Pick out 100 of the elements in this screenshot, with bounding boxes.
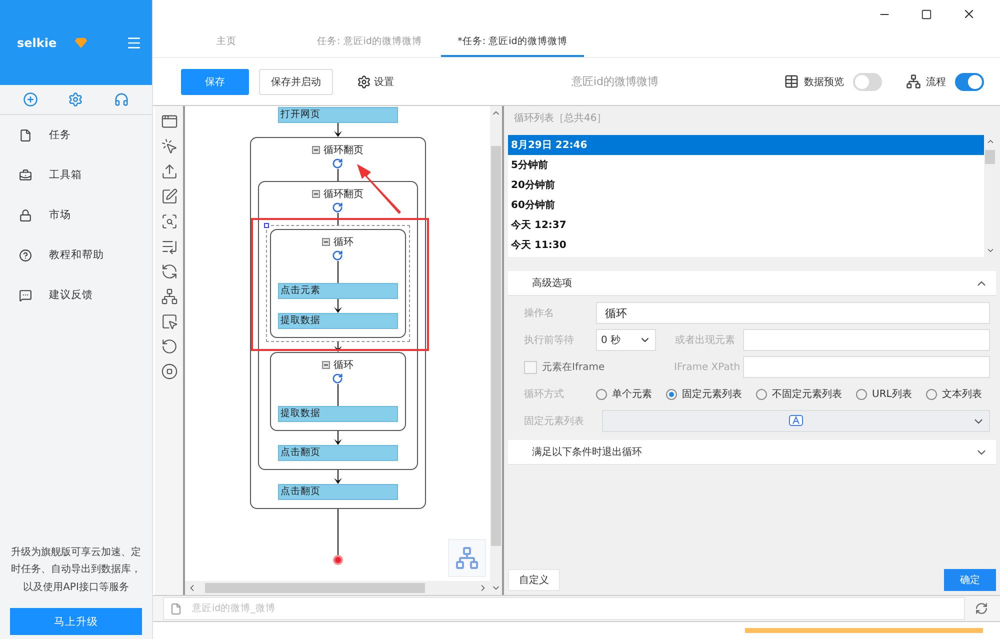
action-node[interactable]: 打开网页: [278, 107, 398, 123]
scrollbar-thumb[interactable]: [985, 150, 995, 164]
loop-label: 循环: [334, 236, 354, 249]
action-node[interactable]: 点击元素: [278, 283, 398, 299]
toolbox-icon: [19, 168, 32, 182]
nav-item[interactable]: 市场: [0, 195, 152, 235]
file-path-box[interactable]: 意匠id的微博_微博: [163, 597, 965, 620]
flow-arrow: [334, 299, 342, 313]
file-path-field[interactable]: 意匠id的微博_微博: [190, 602, 964, 615]
table-icon: [784, 74, 799, 89]
loop-node[interactable]: 循环 点击元素 提取数据: [270, 229, 406, 338]
select-pointer-icon[interactable]: [160, 313, 178, 330]
nav-item[interactable]: 工具箱: [0, 155, 152, 195]
help-icon: [19, 248, 32, 262]
action-node[interactable]: 提取数据: [278, 406, 398, 422]
toggle-label: 数据预览: [804, 76, 844, 88]
radio-option[interactable]: 不固定元素列表: [756, 387, 842, 401]
settings-icon[interactable]: [68, 92, 84, 107]
headphones-icon[interactable]: [114, 92, 129, 107]
section-header[interactable]: 高级选项: [508, 271, 996, 296]
scrollbar-thumb[interactable]: [491, 146, 501, 546]
settings-button[interactable]: 设置: [351, 74, 400, 90]
branch-icon[interactable]: [160, 288, 178, 305]
end-marker: [332, 555, 342, 565]
field-label: IFrame XPath: [674, 362, 742, 372]
nav-item[interactable]: 任务: [0, 115, 152, 155]
action-node[interactable]: 点击翻页: [278, 445, 398, 461]
edit-icon[interactable]: [160, 188, 178, 205]
iframe-checkbox[interactable]: 元素在Iframe: [524, 360, 674, 374]
appear-element-field[interactable]: [743, 329, 990, 351]
selection-handle[interactable]: [264, 223, 268, 228]
close-icon[interactable]: [962, 7, 976, 21]
stop-icon[interactable]: [160, 363, 178, 380]
list-icon[interactable]: [160, 238, 178, 255]
loop-icon: [332, 373, 343, 384]
upload-icon[interactable]: [160, 163, 178, 180]
nav-item[interactable]: 教程和帮助: [0, 235, 152, 275]
collapse-icon[interactable]: [322, 238, 330, 246]
lock-icon: [19, 208, 32, 222]
upgrade-promo-text: 升级为旗舰版可享云加速、定时任务、自动导出到数据库，以及使用API接口等服务: [10, 546, 142, 594]
refresh-icon[interactable]: [975, 602, 988, 615]
section-title: 高级选项: [532, 276, 573, 290]
scroll-down-icon[interactable]: [986, 246, 994, 255]
field-label: 执行前等待: [524, 334, 575, 347]
section-header[interactable]: 满足以下条件时退出循环: [508, 440, 996, 465]
maximize-icon[interactable]: [921, 8, 932, 20]
scroll-up-icon[interactable]: [986, 137, 994, 146]
field-label: 循环方式: [524, 388, 565, 401]
undo-icon[interactable]: [160, 338, 178, 355]
add-icon[interactable]: [23, 92, 38, 107]
file-icon: [170, 602, 182, 614]
collapse-icon[interactable]: [312, 190, 320, 198]
brand-name: selkie: [17, 36, 57, 50]
loop-icon: [332, 158, 343, 169]
text-element-icon: [789, 415, 803, 427]
tab[interactable]: *任务: 意匠id的微博微博: [441, 28, 584, 57]
list-item[interactable]: 8月29日 22:46: [508, 135, 984, 155]
loop-label: 循环翻页: [324, 188, 364, 201]
action-node[interactable]: 提取数据: [278, 313, 398, 329]
flow-arrow: [334, 123, 342, 137]
ok-button[interactable]: 确定: [944, 569, 996, 591]
menu-icon[interactable]: [126, 34, 142, 50]
radio-option[interactable]: 单个元素: [596, 387, 652, 401]
iframe-xpath-field[interactable]: [743, 356, 990, 378]
nav-item[interactable]: 建议反馈: [0, 275, 152, 315]
field-label: 固定元素列表: [524, 414, 585, 428]
collapse-icon[interactable]: [322, 361, 330, 369]
radio-option[interactable]: 文本列表: [926, 387, 982, 401]
loop-icon[interactable]: [160, 263, 178, 280]
diagram-icon: [455, 545, 479, 571]
flow-arrow: [334, 470, 342, 484]
loop-label: 循环翻页: [324, 144, 364, 157]
loop-icon: [332, 250, 343, 261]
section-title: 满足以下条件时退出循环: [532, 446, 643, 459]
loop-icon: [332, 202, 343, 213]
field-label: 或者出现元素: [674, 334, 736, 347]
file-icon: [19, 128, 32, 142]
settings-icon: [357, 74, 371, 88]
save-and-start-button[interactable]: 保存并启动: [259, 68, 333, 94]
flow-arrow: [334, 431, 342, 445]
mouse-click-icon[interactable]: [160, 138, 178, 155]
wait-select[interactable]: 0 秒: [596, 329, 656, 351]
loop-label: 循环: [334, 359, 354, 372]
flow-line: [336, 169, 338, 181]
loop-node[interactable]: 循环 提取数据: [270, 352, 406, 431]
radio-option[interactable]: 固定元素列表: [666, 387, 742, 401]
list-title: 循环列表［总共46］: [513, 112, 608, 126]
scrollbar-thumb[interactable]: [205, 583, 425, 593]
action-node[interactable]: 点击翻页: [278, 484, 398, 500]
window-icon[interactable]: [160, 113, 178, 130]
collapse-icon[interactable]: [312, 146, 320, 154]
task-name: 意匠id的微博微博: [570, 74, 660, 89]
flowchart-icon: [906, 74, 921, 89]
checkbox[interactable]: [524, 360, 537, 374]
scan-search-icon[interactable]: [160, 213, 178, 230]
custom-button[interactable]: 自定义: [508, 569, 560, 591]
flow-toggle[interactable]: [955, 72, 984, 90]
data-preview-toggle[interactable]: [853, 72, 882, 90]
operation-name-field[interactable]: 循环: [596, 302, 990, 324]
radio-option[interactable]: URL列表: [856, 387, 912, 401]
